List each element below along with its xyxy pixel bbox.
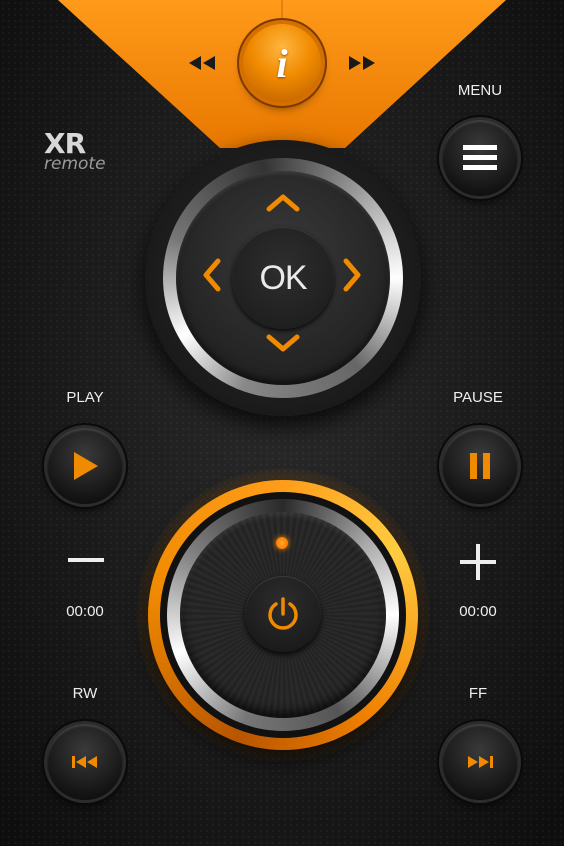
plus-button[interactable] (460, 544, 496, 580)
rewind-button[interactable] (186, 52, 218, 74)
info-button[interactable]: i (243, 24, 321, 102)
rewind-icon (189, 56, 215, 70)
ok-button[interactable]: OK (232, 227, 334, 329)
pause-label: PAUSE (453, 389, 503, 406)
knob-indicator-dot (276, 537, 288, 549)
chevron-left-icon (203, 258, 221, 292)
menu-button[interactable] (442, 120, 518, 196)
menu-label: MENU (457, 82, 503, 99)
info-icon: i (276, 40, 288, 86)
logo-sub: remote (44, 154, 106, 174)
pause-icon (470, 453, 490, 479)
pause-button[interactable] (442, 428, 518, 504)
chevron-up-icon (266, 194, 300, 212)
power-icon (268, 597, 298, 630)
fast-forward-button[interactable] (346, 52, 378, 74)
skip-back-icon (72, 756, 97, 768)
rw-button[interactable] (47, 724, 123, 800)
time-right: 00:00 (459, 603, 497, 620)
chevron-right-icon (343, 258, 361, 292)
skip-forward-icon (468, 756, 493, 768)
power-button[interactable] (245, 576, 321, 652)
minus-button[interactable] (68, 558, 104, 562)
chevron-down-icon (266, 334, 300, 352)
rw-label: RW (72, 685, 98, 702)
play-label: PLAY (66, 389, 104, 406)
play-icon (74, 452, 98, 480)
fast-forward-icon (349, 56, 375, 70)
dpad-left-button[interactable] (201, 258, 221, 297)
ff-button[interactable] (442, 724, 518, 800)
dpad-up-button[interactable] (266, 192, 300, 217)
hamburger-icon (463, 145, 497, 170)
time-left: 00:00 (66, 603, 104, 620)
dpad-right-button[interactable] (343, 258, 363, 297)
app-logo: XR remote (44, 130, 106, 173)
ok-label: OK (259, 258, 307, 297)
play-button[interactable] (47, 428, 123, 504)
ff-label: FF (468, 685, 488, 702)
dpad-down-button[interactable] (266, 334, 300, 359)
